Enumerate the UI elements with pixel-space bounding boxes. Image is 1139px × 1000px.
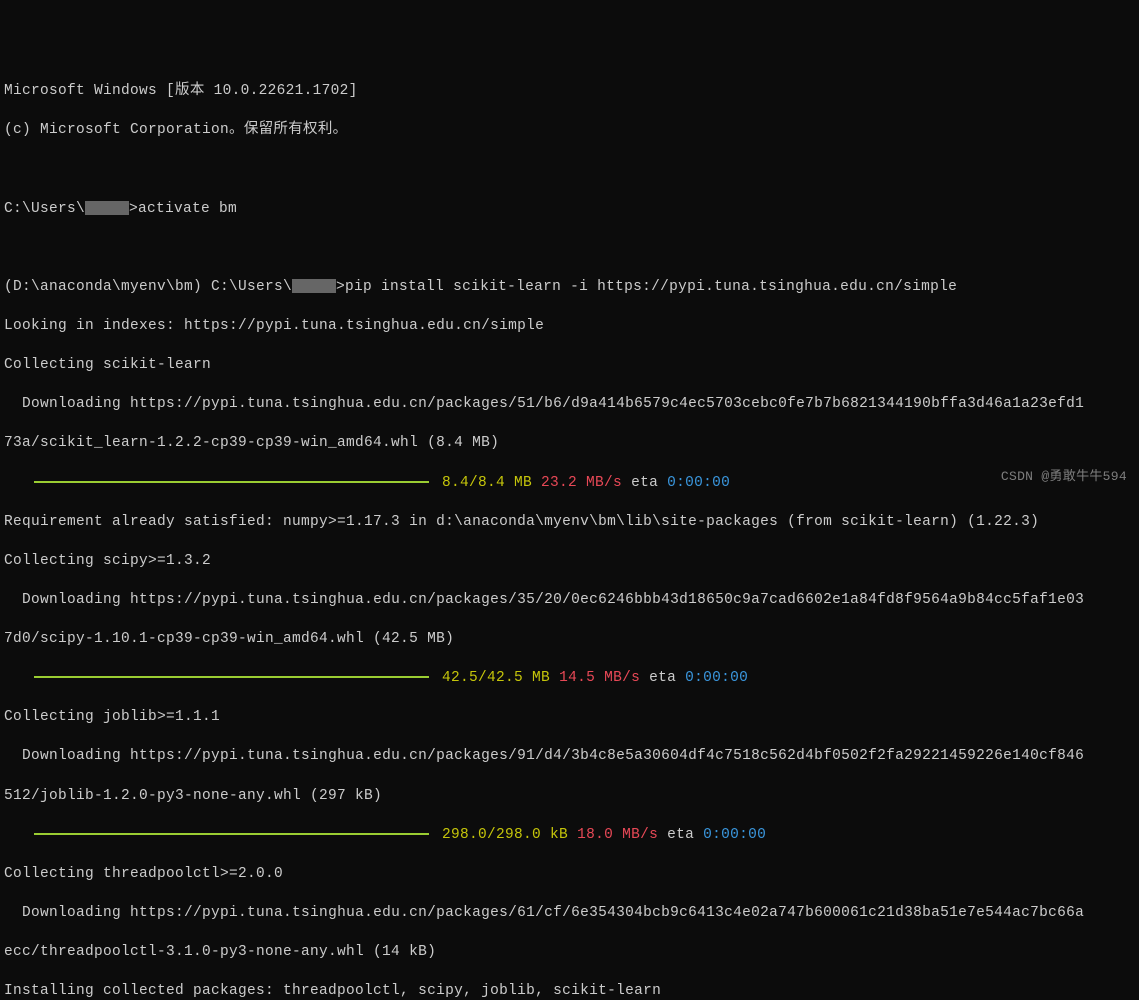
- progress-scipy: 42.5/42.5 MB 14.5 MB/s eta 0:00:00: [4, 669, 1135, 689]
- blank-line-2: [4, 239, 1135, 259]
- collecting-threadpoolctl: Collecting threadpoolctl>=2.0.0: [4, 865, 1135, 885]
- prompt-line-2[interactable]: (D:\anaconda\myenv\bm) C:\Users\ >pip ins…: [4, 278, 1135, 298]
- header-line-1: Microsoft Windows [版本 10.0.22621.1702]: [4, 82, 1135, 102]
- download-joblib-a: Downloading https://pypi.tuna.tsinghua.e…: [4, 747, 1135, 767]
- download-threadpoolctl-b: ecc/threadpoolctl-3.1.0-py3-none-any.whl…: [4, 943, 1135, 963]
- progress-bar-icon: [34, 676, 429, 678]
- redacted-user-2: [292, 279, 336, 293]
- progress-bar-icon: [34, 481, 429, 483]
- progress-speed: 14.5 MB/s: [559, 670, 640, 686]
- prompt-line-1[interactable]: C:\Users\ >activate bm: [4, 200, 1135, 220]
- prompt-path: C:\Users\: [4, 201, 85, 217]
- looking-indexes: Looking in indexes: https://pypi.tuna.ts…: [4, 317, 1135, 337]
- prompt-env: (D:\anaconda\myenv\bm) C:\Users\: [4, 279, 292, 295]
- download-scipy-b: 7d0/scipy-1.10.1-cp39-cp39-win_amd64.whl…: [4, 630, 1135, 650]
- req-satisfied: Requirement already satisfied: numpy>=1.…: [4, 513, 1135, 533]
- blank-line: [4, 161, 1135, 181]
- progress-eta-label: eta: [631, 475, 658, 491]
- prompt-cmd-1: >activate bm: [129, 201, 237, 217]
- download-sklearn-a: Downloading https://pypi.tuna.tsinghua.e…: [4, 395, 1135, 415]
- prompt-cmd-2: >pip install scikit-learn -i https://pyp…: [336, 279, 957, 295]
- download-scipy-a: Downloading https://pypi.tuna.tsinghua.e…: [4, 591, 1135, 611]
- progress-time: 0:00:00: [667, 475, 730, 491]
- progress-joblib: 298.0/298.0 kB 18.0 MB/s eta 0:00:00: [4, 826, 1135, 846]
- download-joblib-b: 512/joblib-1.2.0-py3-none-any.whl (297 k…: [4, 787, 1135, 807]
- download-sklearn-b: 73a/scikit_learn-1.2.2-cp39-cp39-win_amd…: [4, 434, 1135, 454]
- download-threadpoolctl-a: Downloading https://pypi.tuna.tsinghua.e…: [4, 904, 1135, 924]
- collecting-scipy: Collecting scipy>=1.3.2: [4, 552, 1135, 572]
- progress-size: 42.5/42.5 MB: [442, 670, 550, 686]
- progress-time: 0:00:00: [703, 827, 766, 843]
- progress-time: 0:00:00: [685, 670, 748, 686]
- progress-eta-label: eta: [667, 827, 694, 843]
- progress-sklearn: 8.4/8.4 MB 23.2 MB/s eta 0:00:00: [4, 474, 1135, 494]
- watermark: CSDN @勇敢牛牛594: [1001, 468, 1127, 486]
- progress-size: 298.0/298.0 kB: [442, 827, 568, 843]
- progress-speed: 18.0 MB/s: [577, 827, 658, 843]
- header-line-2: (c) Microsoft Corporation。保留所有权利。: [4, 121, 1135, 141]
- collecting-sklearn: Collecting scikit-learn: [4, 356, 1135, 376]
- progress-size: 8.4/8.4 MB: [442, 475, 532, 491]
- progress-speed: 23.2 MB/s: [541, 475, 622, 491]
- collecting-joblib: Collecting joblib>=1.1.1: [4, 708, 1135, 728]
- installing-packages: Installing collected packages: threadpoo…: [4, 982, 1135, 1000]
- progress-eta-label: eta: [649, 670, 676, 686]
- redacted-user-1: [85, 201, 129, 215]
- progress-bar-icon: [34, 833, 429, 835]
